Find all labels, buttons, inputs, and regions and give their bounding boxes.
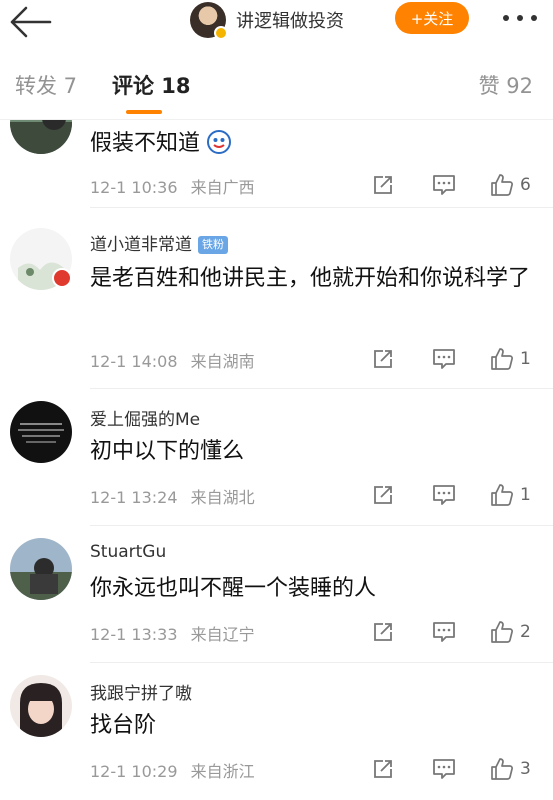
comment-item: 道小道非常道 铁粉 是老百姓和他讲民主，他就开始和你说科学了 12-1 14:08… bbox=[0, 208, 553, 389]
comment-item: 爱上倔强的Me 初中以下的懂么 12-1 13:24 来自湖北 1 bbox=[0, 389, 553, 526]
comment-location: 来自浙江 bbox=[190, 762, 255, 781]
reply-button[interactable] bbox=[432, 481, 456, 509]
like-button[interactable]: 6 bbox=[490, 171, 531, 199]
commenter-name[interactable]: 爱上倔强的Me bbox=[90, 405, 200, 430]
like-button[interactable]: 2 bbox=[490, 618, 531, 646]
comment-text: 是老百姓和他讲民主，他就开始和你说科学了 bbox=[90, 266, 531, 291]
comment-text: 假装不知道 bbox=[90, 125, 530, 162]
commenter-name[interactable]: StuartGu bbox=[90, 542, 166, 562]
fan-badge: 铁粉 bbox=[198, 236, 228, 254]
thumbs-up-icon bbox=[491, 621, 513, 643]
comment-bubble-icon bbox=[433, 622, 455, 642]
comment-time: 12-1 13:33 bbox=[90, 625, 178, 644]
comment-meta: 12-1 10:36 来自广西 bbox=[90, 174, 255, 198]
reply-button[interactable] bbox=[432, 345, 456, 373]
comment-item: StuartGu 你永远也叫不醒一个装睡的人 12-1 13:33 来自辽宁 2 bbox=[0, 526, 553, 663]
like-count: 1 bbox=[520, 349, 531, 369]
like-count: 1 bbox=[520, 485, 531, 505]
active-tab-indicator bbox=[126, 110, 162, 114]
comment-actions: 1 bbox=[372, 345, 542, 373]
comment-location: 来自广西 bbox=[190, 178, 255, 197]
comment-location: 来自辽宁 bbox=[190, 625, 255, 644]
comment-bubble-icon bbox=[433, 759, 455, 779]
share-icon bbox=[374, 486, 392, 504]
top-bar: 讲逻辑做投资 +关注 bbox=[0, 0, 553, 48]
share-icon bbox=[374, 176, 392, 194]
comment-bubble-icon bbox=[433, 485, 455, 505]
follow-button[interactable]: +关注 bbox=[395, 2, 469, 34]
like-button[interactable]: 3 bbox=[490, 755, 531, 783]
reply-button[interactable] bbox=[432, 171, 456, 199]
tab-bar: 转发 7 评论 18 赞 92 bbox=[0, 48, 553, 120]
avatar[interactable] bbox=[10, 120, 72, 154]
like-count: 2 bbox=[520, 622, 531, 642]
comment-meta: 12-1 13:24 来自湖北 bbox=[90, 484, 255, 508]
comment-actions: 6 bbox=[372, 171, 542, 199]
comment-meta: 12-1 13:33 来自辽宁 bbox=[90, 621, 255, 645]
share-icon bbox=[374, 623, 392, 641]
back-arrow-icon[interactable] bbox=[6, 2, 52, 42]
tab-repost[interactable]: 转发 7 bbox=[15, 70, 77, 100]
like-button[interactable]: 1 bbox=[490, 481, 531, 509]
like-count: 3 bbox=[520, 759, 531, 779]
comment-meta: 12-1 14:08 来自湖南 bbox=[90, 348, 255, 372]
commenter-name[interactable]: 道小道非常道 铁粉 bbox=[90, 230, 228, 255]
avatar[interactable] bbox=[10, 538, 72, 600]
thumbs-up-icon bbox=[491, 348, 513, 370]
thumbs-up-icon bbox=[491, 484, 513, 506]
comment-time: 12-1 13:24 bbox=[90, 488, 178, 507]
share-icon bbox=[374, 350, 392, 368]
share-button[interactable] bbox=[372, 755, 394, 783]
fan-group-icon bbox=[52, 268, 72, 288]
thumbs-up-icon bbox=[491, 758, 513, 780]
comment-text: 初中以下的懂么 bbox=[90, 439, 245, 464]
comment-location: 来自湖南 bbox=[190, 352, 255, 371]
author-info[interactable]: 讲逻辑做投资 bbox=[190, 0, 344, 40]
reply-button[interactable] bbox=[432, 755, 456, 783]
comment-meta: 12-1 10:29 来自浙江 bbox=[90, 758, 255, 782]
comment-actions: 3 bbox=[372, 755, 542, 783]
comment-location: 来自湖北 bbox=[190, 488, 255, 507]
comment-text: 你永远也叫不醒一个装睡的人 bbox=[90, 576, 377, 601]
commenter-name[interactable]: 我跟宁拼了嗷 bbox=[90, 679, 192, 704]
thumbs-up-icon bbox=[491, 174, 513, 196]
comment-text: 找台阶 bbox=[90, 713, 157, 738]
author-avatar[interactable] bbox=[190, 2, 228, 40]
avatar[interactable] bbox=[10, 401, 72, 463]
comment-time: 12-1 14:08 bbox=[90, 352, 178, 371]
comment-item: 我跟宁拼了嗷 找台阶 12-1 10:29 来自浙江 3 bbox=[0, 663, 553, 800]
comment-bubble-icon bbox=[433, 349, 455, 369]
avatar[interactable] bbox=[10, 675, 72, 737]
more-options-icon[interactable] bbox=[500, 6, 540, 30]
comment-bubble-icon bbox=[433, 175, 455, 195]
reply-button[interactable] bbox=[432, 618, 456, 646]
doge-emoji-icon bbox=[207, 130, 232, 154]
share-button[interactable] bbox=[372, 481, 394, 509]
comment-actions: 2 bbox=[372, 618, 542, 646]
tab-comment[interactable]: 评论 18 bbox=[112, 70, 191, 100]
author-name[interactable]: 讲逻辑做投资 bbox=[236, 7, 344, 33]
like-count: 6 bbox=[520, 175, 531, 195]
share-button[interactable] bbox=[372, 618, 394, 646]
comment-time: 12-1 10:36 bbox=[90, 178, 178, 197]
tab-like[interactable]: 赞 92 bbox=[479, 70, 533, 100]
share-button[interactable] bbox=[372, 345, 394, 373]
comment-list[interactable]: 假装不知道 12-1 10:36 来自广西 6 道小道非常道 铁粉 是老百姓和他… bbox=[0, 120, 553, 800]
share-button[interactable] bbox=[372, 171, 394, 199]
comment-actions: 1 bbox=[372, 481, 542, 509]
like-button[interactable]: 1 bbox=[490, 345, 531, 373]
comment-item: 假装不知道 12-1 10:36 来自广西 6 bbox=[0, 120, 553, 208]
verified-badge-icon bbox=[214, 26, 228, 40]
comment-time: 12-1 10:29 bbox=[90, 762, 178, 781]
share-icon bbox=[374, 760, 392, 778]
